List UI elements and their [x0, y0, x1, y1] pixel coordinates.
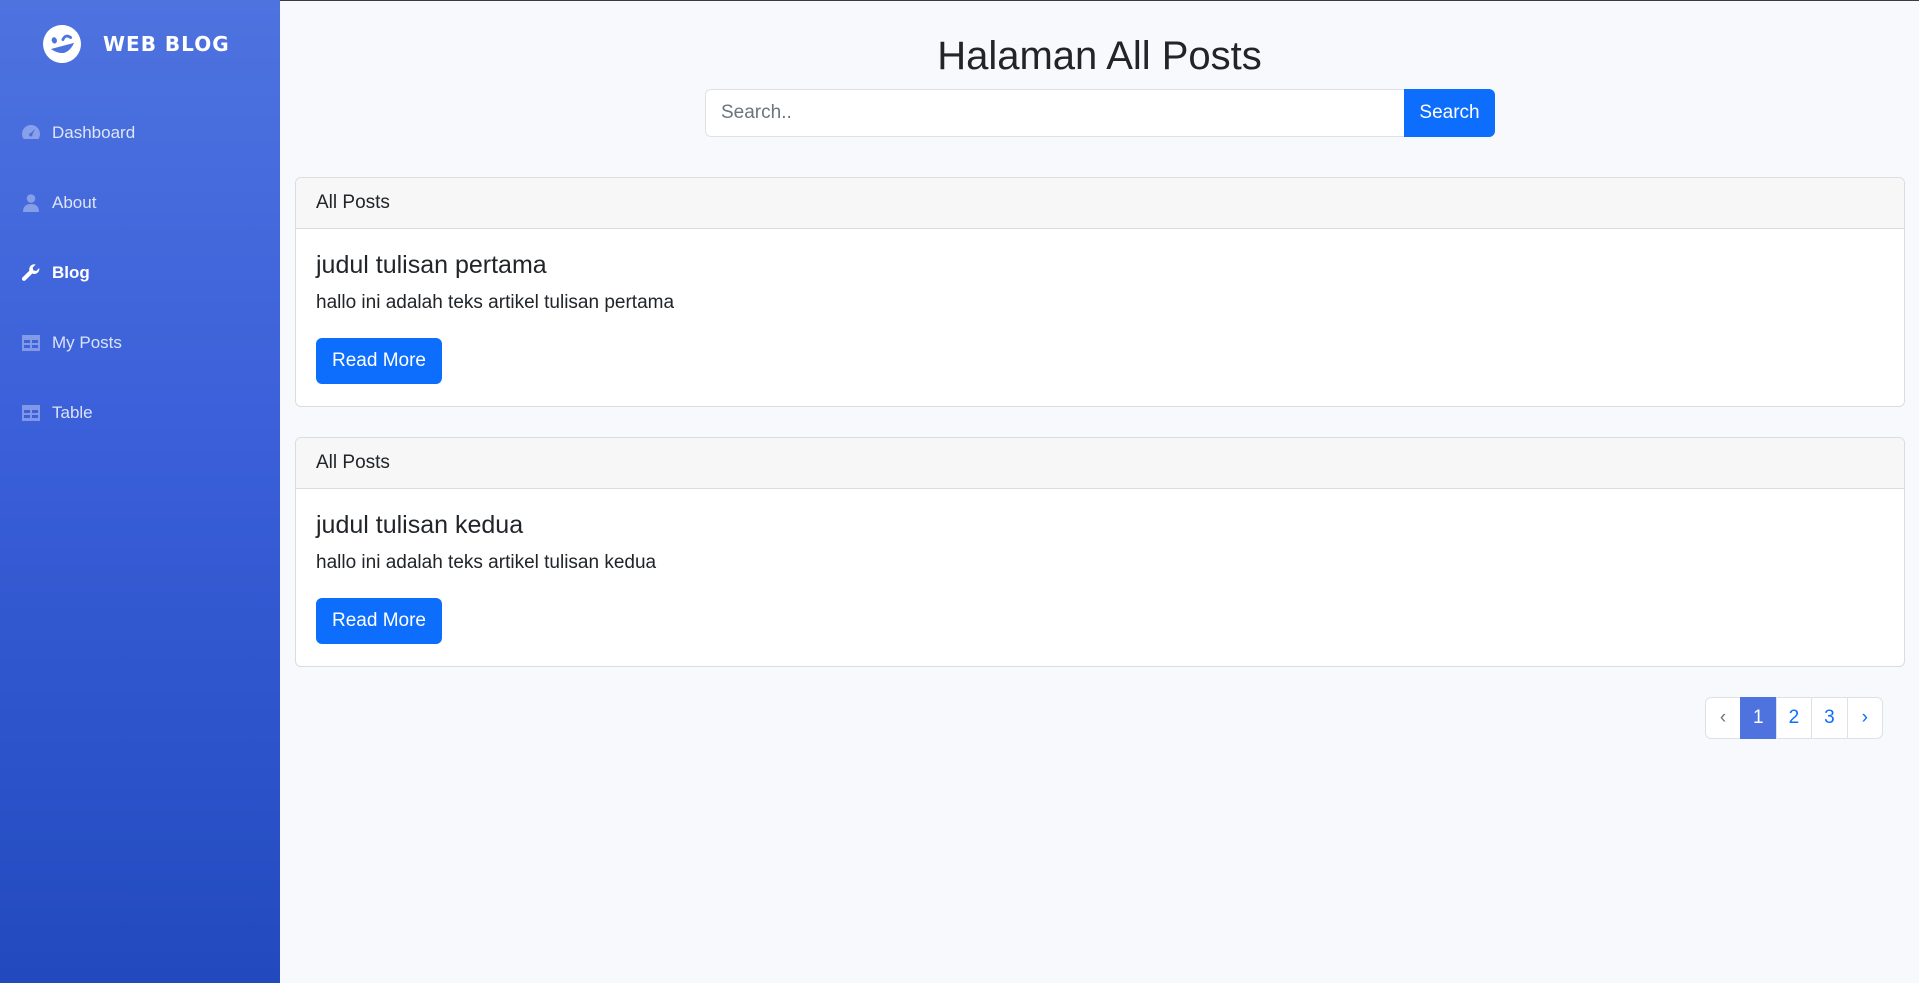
sidebar-item-label: Blog	[52, 263, 90, 282]
user-icon	[21, 193, 41, 213]
pagination: ‹ 1 2 3 ›	[1705, 697, 1883, 739]
page-title: Halaman All Posts	[937, 34, 1262, 78]
tachometer-icon	[21, 123, 41, 143]
search-form: Search	[705, 89, 1495, 137]
brand-link[interactable]: WEB BLOG	[41, 23, 230, 65]
laugh-wink-icon	[36, 18, 87, 69]
post-card: All Posts judul tulisan pertama hallo in…	[295, 177, 1905, 407]
sidebar-item-dashboard[interactable]: Dashboard	[0, 98, 280, 168]
card-body: judul tulisan pertama hallo ini adalah t…	[296, 229, 1904, 404]
read-more-button[interactable]: Read More	[316, 598, 442, 644]
sidebar-item-table[interactable]: Table	[0, 378, 280, 448]
wrench-icon	[21, 263, 41, 283]
sidebar-item-blog[interactable]: Blog	[0, 238, 280, 308]
read-more-button[interactable]: Read More	[316, 338, 442, 384]
sidebar-item-label: About	[52, 193, 97, 212]
search-button[interactable]: Search	[1404, 89, 1495, 137]
pagination-page-1[interactable]: 1	[1740, 697, 1777, 739]
post-text: hallo ini adalah teks artikel tulisan ke…	[316, 552, 657, 573]
table-icon	[21, 403, 41, 423]
post-card: All Posts judul tulisan kedua hallo ini …	[295, 437, 1905, 667]
sidebar-item-label: My Posts	[52, 333, 122, 352]
sidebar-nav: Dashboard About Blog My Posts Table	[0, 98, 280, 448]
card-body: judul tulisan kedua hallo ini adalah tek…	[296, 489, 1904, 664]
pagination-page-3[interactable]: 3	[1811, 697, 1848, 739]
top-border	[0, 0, 1919, 1]
table-icon	[21, 333, 41, 353]
search-input[interactable]	[705, 89, 1404, 137]
post-title: judul tulisan pertama	[316, 251, 547, 279]
sidebar-item-about[interactable]: About	[0, 168, 280, 238]
card-header: All Posts	[296, 438, 1904, 489]
brand-name: WEB BLOG	[103, 32, 230, 56]
sidebar: WEB BLOG Dashboard About Blog My Posts T…	[0, 0, 280, 983]
post-title: judul tulisan kedua	[316, 511, 524, 539]
pagination-prev[interactable]: ‹	[1705, 697, 1741, 739]
pagination-page-2[interactable]: 2	[1775, 697, 1813, 739]
sidebar-item-label: Table	[52, 403, 93, 422]
sidebar-item-my-posts[interactable]: My Posts	[0, 308, 280, 378]
pagination-next[interactable]: ›	[1846, 697, 1883, 739]
post-text: hallo ini adalah teks artikel tulisan pe…	[316, 292, 675, 313]
card-header: All Posts	[296, 178, 1904, 229]
sidebar-item-label: Dashboard	[52, 123, 136, 142]
